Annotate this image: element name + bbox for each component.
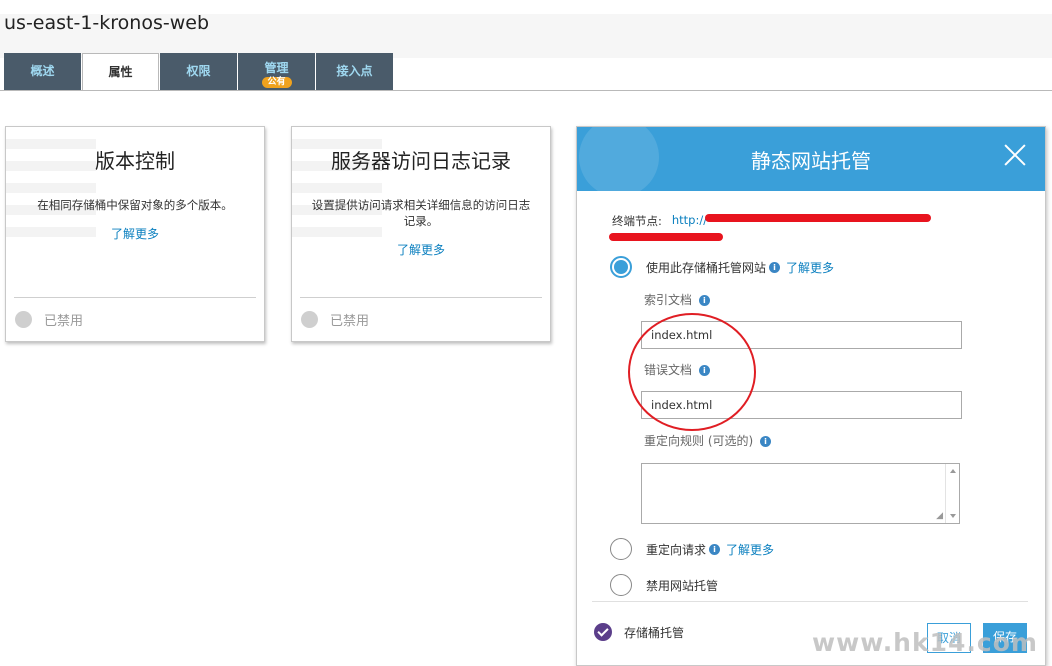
tabs-divider bbox=[0, 90, 1052, 91]
card-status: 已禁用 bbox=[15, 310, 83, 329]
redirect-rules-textarea[interactable]: ◢ bbox=[641, 463, 960, 524]
index-document-label: 索引文档 i bbox=[644, 291, 710, 308]
card-title: 服务器访问日志记录 bbox=[331, 149, 511, 173]
info-icon[interactable]: i bbox=[709, 543, 721, 555]
card-description: 在相同存储桶中保留对象的多个版本。 bbox=[37, 198, 233, 212]
option-label: 重定向请求 bbox=[646, 542, 707, 557]
scrollbar[interactable] bbox=[945, 464, 959, 523]
close-icon[interactable] bbox=[1003, 143, 1027, 167]
tab-label: 概述 bbox=[30, 64, 55, 78]
endpoint-row: 终端节点: http:// bbox=[612, 213, 707, 229]
redaction-mark bbox=[609, 233, 723, 241]
watermark: www.hk14.com bbox=[812, 628, 1038, 657]
radio-selected[interactable] bbox=[610, 256, 632, 278]
card-title: 版本控制 bbox=[95, 149, 175, 173]
radio-unselected[interactable] bbox=[610, 574, 632, 596]
learn-more-link[interactable]: 了解更多 bbox=[6, 225, 264, 242]
learn-more-link[interactable]: 了解更多 bbox=[292, 241, 550, 258]
field-label-text: 重定向规则 (可选的) bbox=[644, 434, 754, 448]
endpoint-label: 终端节点: bbox=[612, 214, 662, 228]
panel-footer-divider bbox=[592, 601, 1028, 602]
redirect-rules-label: 重定向规则 (可选的) i bbox=[644, 432, 772, 449]
public-badge: 公有 bbox=[261, 77, 292, 88]
access-logging-card[interactable]: 服务器访问日志记录 设置提供访问请求相关详细信息的访问日志记录。 了解更多 已禁… bbox=[291, 126, 551, 342]
radio-unselected[interactable] bbox=[610, 538, 632, 560]
card-divider bbox=[14, 297, 256, 298]
resize-grip-icon[interactable]: ◢ bbox=[936, 511, 943, 521]
versioning-card[interactable]: 版本控制 在相同存储桶中保留对象的多个版本。 了解更多 已禁用 bbox=[5, 126, 265, 342]
card-divider bbox=[300, 297, 542, 298]
option-label: 使用此存储桶托管网站 bbox=[646, 260, 767, 275]
option-host-website[interactable]: 使用此存储桶托管网站 i 了解更多 bbox=[610, 256, 834, 278]
status-label: 已禁用 bbox=[330, 314, 370, 329]
option-redirect-requests[interactable]: 重定向请求 i 了解更多 bbox=[610, 538, 774, 560]
redaction-mark bbox=[705, 214, 931, 222]
scroll-up-arrow-icon[interactable] bbox=[950, 469, 956, 473]
endpoint-url[interactable]: http:// bbox=[672, 213, 707, 229]
option-label: 禁用网站托管 bbox=[646, 578, 719, 593]
tab-label: 接入点 bbox=[336, 64, 373, 78]
hosting-status-label: 存储桶托管 bbox=[624, 625, 685, 640]
tab-label: 管理 bbox=[264, 61, 289, 75]
status-label: 已禁用 bbox=[44, 314, 84, 329]
card-status: 已禁用 bbox=[301, 310, 369, 329]
scroll-down-arrow-icon[interactable] bbox=[950, 514, 956, 518]
disabled-status-icon bbox=[301, 311, 318, 328]
tab-access-points[interactable]: 接入点 bbox=[316, 53, 393, 90]
disabled-status-icon bbox=[15, 311, 32, 328]
card-decoration bbox=[6, 127, 96, 237]
info-icon[interactable]: i bbox=[760, 436, 772, 447]
panel-title: 静态网站托管 bbox=[751, 149, 871, 173]
learn-more-link[interactable]: 了解更多 bbox=[726, 541, 774, 558]
info-icon[interactable]: i bbox=[769, 261, 781, 273]
info-icon[interactable]: i bbox=[698, 295, 710, 306]
tab-overview[interactable]: 概述 bbox=[4, 53, 81, 90]
tab-permissions[interactable]: 权限 bbox=[160, 53, 237, 90]
learn-more-link[interactable]: 了解更多 bbox=[786, 259, 834, 276]
panel-header: 静态网站托管 bbox=[577, 127, 1045, 191]
bucket-name: us-east-1-kronos-web bbox=[4, 12, 210, 34]
hosting-status: 存储桶托管 bbox=[594, 623, 684, 641]
tab-bar: 概述 属性 权限 管理 公有 接入点 bbox=[4, 53, 394, 91]
tab-properties[interactable]: 属性 bbox=[82, 53, 159, 91]
tab-management[interactable]: 管理 公有 bbox=[238, 53, 315, 90]
card-description: 设置提供访问请求相关详细信息的访问日志记录。 bbox=[311, 198, 531, 228]
option-disable-hosting[interactable]: 禁用网站托管 bbox=[610, 574, 718, 596]
annotation-circle bbox=[628, 313, 756, 431]
field-label-text: 索引文档 bbox=[644, 293, 693, 307]
tab-label: 权限 bbox=[186, 64, 211, 78]
tab-label: 属性 bbox=[108, 65, 133, 79]
check-icon bbox=[594, 623, 612, 641]
